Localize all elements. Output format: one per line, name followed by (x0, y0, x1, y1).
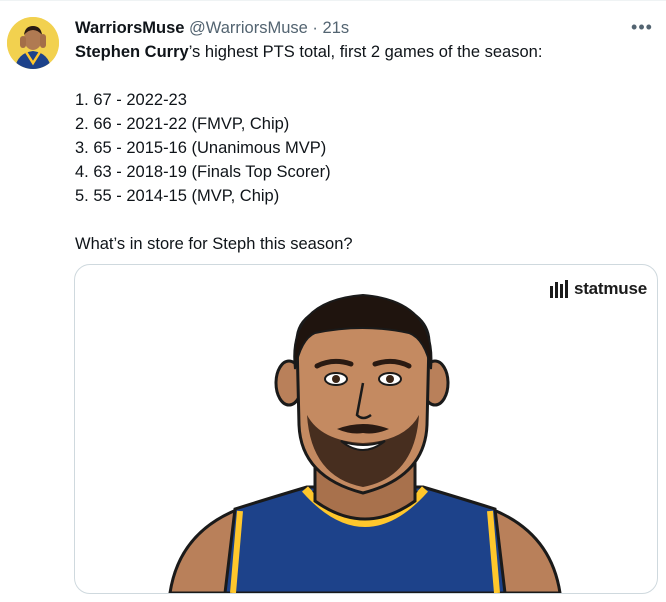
author-name[interactable]: WarriorsMuse (75, 19, 184, 37)
more-horizontal-icon[interactable]: ••• (630, 17, 654, 37)
avatar-image (7, 17, 59, 69)
list-item: 2. 66 - 2021-22 (FMVP, Chip) (75, 115, 290, 133)
avatar[interactable] (7, 17, 59, 69)
tweet-text: Stephen Curry’s highest PTS total, first… (75, 40, 650, 256)
intro-text: ’s highest PTS total, first 2 games of t… (188, 43, 543, 61)
separator-dot: · (312, 19, 318, 37)
tweet-intro: Stephen Curry’s highest PTS total, first… (75, 40, 650, 64)
divider (0, 0, 666, 1)
media-card[interactable]: statmuse (74, 264, 658, 594)
list-item: 5. 55 - 2014-15 (MVP, Chip) (75, 187, 280, 205)
list-item: 3. 65 - 2015-16 (Unanimous MVP) (75, 139, 327, 157)
list-item: 4. 63 - 2018-19 (Finals Top Scorer) (75, 163, 331, 181)
tweet-question: What’s in store for Steph this season? (75, 235, 353, 253)
tweet[interactable]: WarriorsMuse @WarriorsMuse · 21s ••• Ste… (0, 0, 666, 602)
player-illustration (168, 293, 562, 593)
mention-text: Stephen Curry (75, 43, 189, 61)
timestamp[interactable]: 21s (323, 19, 350, 37)
tweet-header: WarriorsMuse @WarriorsMuse · 21s (75, 16, 349, 40)
author-handle[interactable]: @WarriorsMuse (189, 19, 308, 37)
list-item: 1. 67 - 2022-23 (75, 91, 187, 109)
